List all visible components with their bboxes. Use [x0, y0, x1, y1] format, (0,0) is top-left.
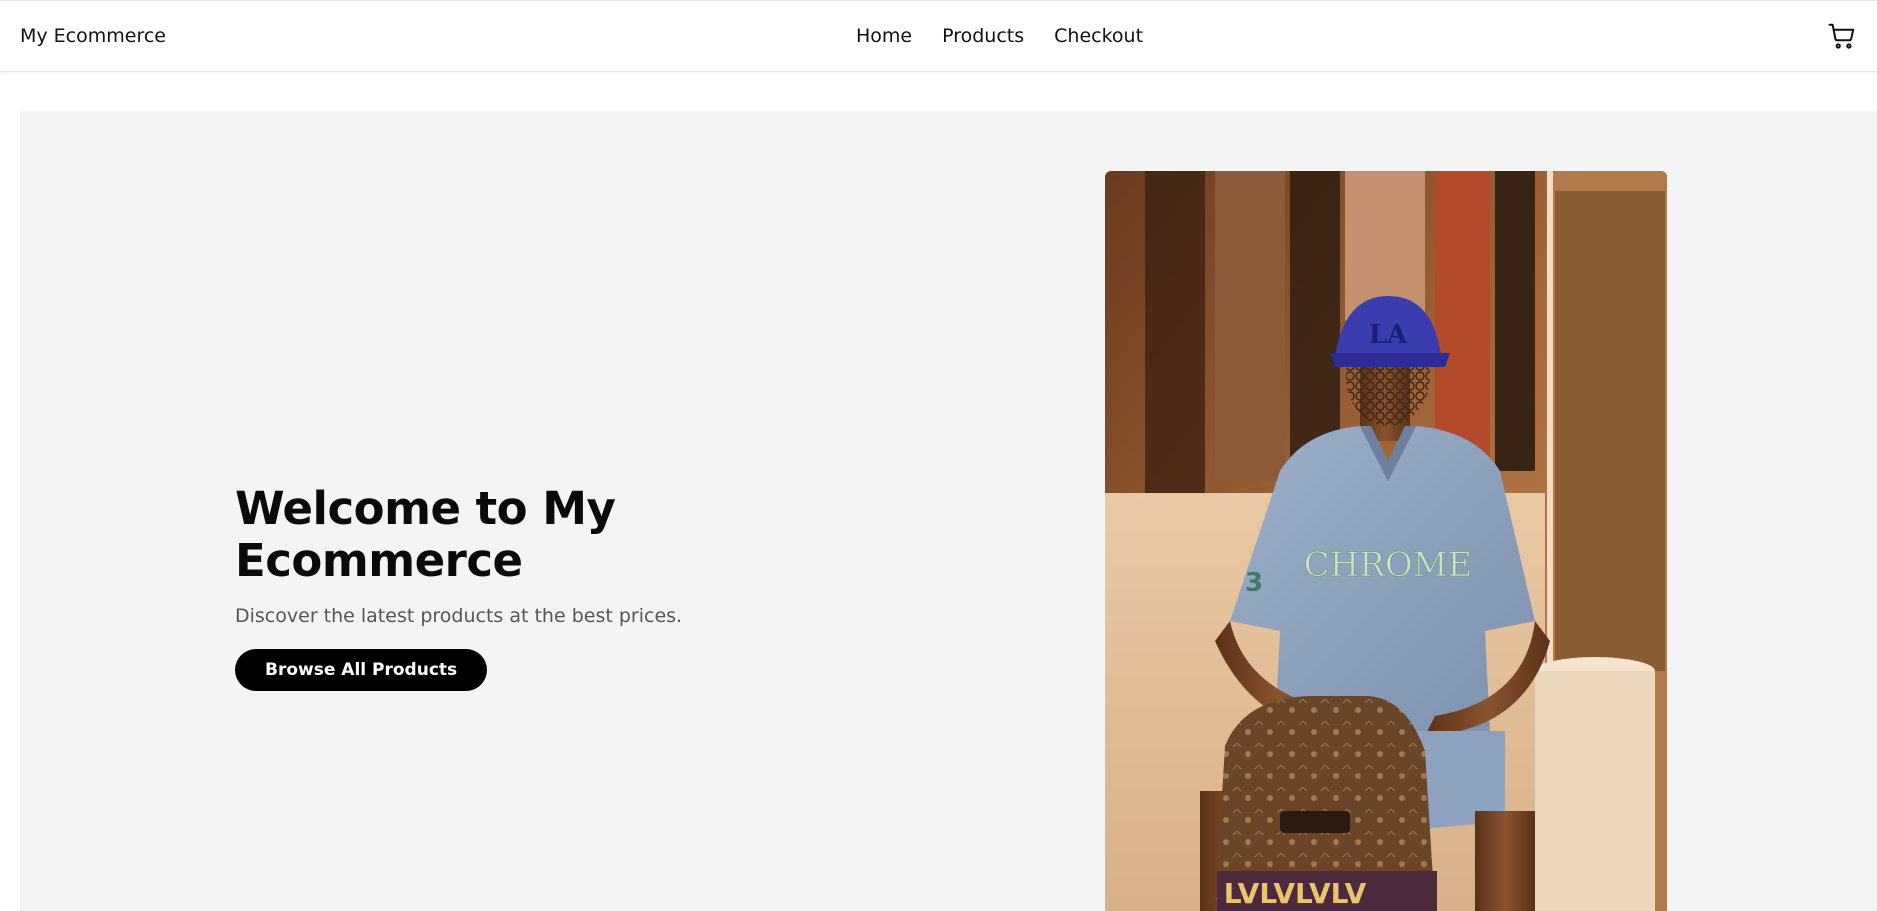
- nav-link-products[interactable]: Products: [942, 25, 1024, 47]
- shirt-print-text: CHROME: [1304, 545, 1473, 585]
- hero-title-line-2: Ecommerce: [235, 534, 523, 587]
- main-nav: Home Products Checkout: [856, 25, 1143, 47]
- mannequin-photo: LA CHROME 3 LVLVLVLV: [1105, 171, 1667, 911]
- backpack-print-text: LVLVLVLV: [1224, 877, 1367, 910]
- brand-logo-link[interactable]: My Ecommerce: [20, 25, 166, 47]
- svg-text:3: 3: [1245, 568, 1263, 598]
- nav-link-checkout[interactable]: Checkout: [1054, 25, 1143, 47]
- browse-all-products-button[interactable]: Browse All Products: [235, 649, 488, 691]
- hero-title-line-1: Welcome to My: [235, 482, 616, 535]
- cart-button[interactable]: [1827, 21, 1857, 51]
- nav-link-home[interactable]: Home: [856, 25, 912, 47]
- hero-text-block: Welcome to My Ecommerce Discover the lat…: [235, 483, 755, 691]
- hero-section: Welcome to My Ecommerce Discover the lat…: [20, 111, 1877, 911]
- hero-title: Welcome to My Ecommerce: [235, 483, 755, 587]
- top-navbar: My Ecommerce Home Products Checkout: [0, 0, 1877, 72]
- shopping-cart-icon: [1828, 23, 1855, 49]
- hero-subtitle: Discover the latest products at the best…: [235, 605, 683, 627]
- hero-image: LA CHROME 3 LVLVLVLV: [1105, 171, 1667, 911]
- cap-logo-text: LA: [1369, 320, 1408, 350]
